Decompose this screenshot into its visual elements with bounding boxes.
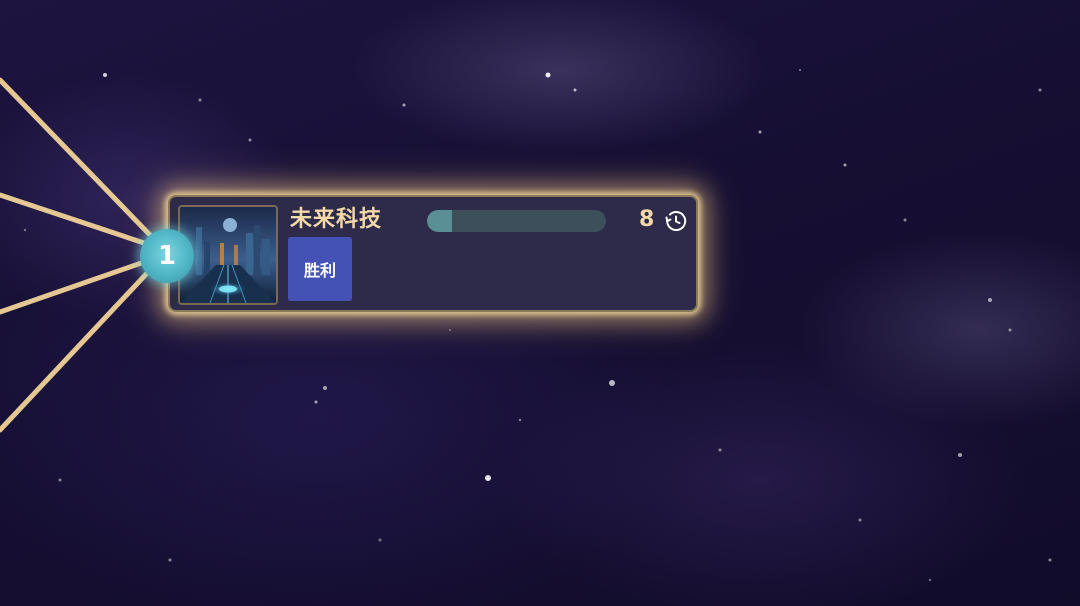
stage-number-badge: 1 — [140, 229, 194, 283]
progress-fill — [427, 210, 453, 232]
stage-title: 未来科技 — [290, 207, 383, 232]
victory-button[interactable]: 胜利 — [288, 237, 352, 301]
space-background: 未来科技 8 胜利 1 — [0, 0, 1080, 606]
stage-node-card[interactable]: 未来科技 8 胜利 — [168, 195, 698, 312]
stage-progress-bar — [427, 210, 606, 232]
clock-rewind-icon — [665, 211, 687, 232]
turn-count: 8 — [639, 207, 655, 232]
